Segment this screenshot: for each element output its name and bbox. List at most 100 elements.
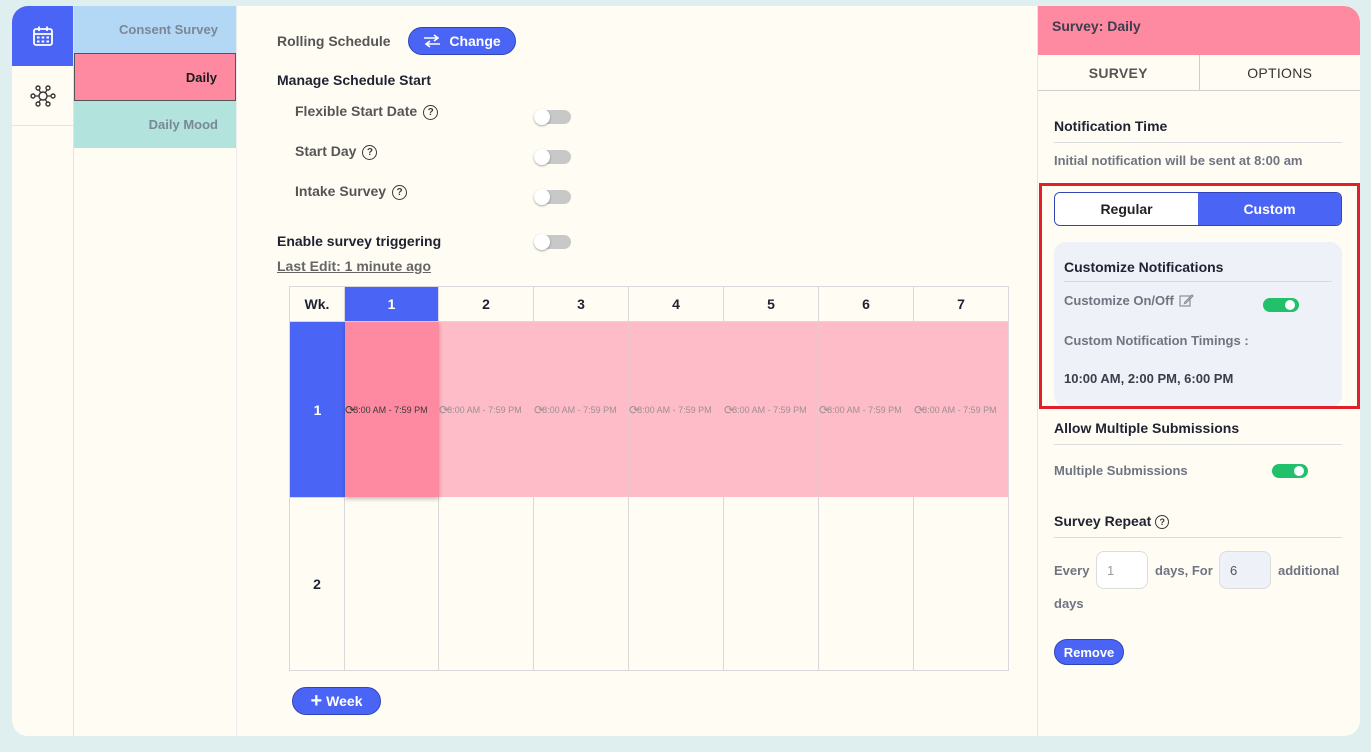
plus-icon: + <box>310 690 323 712</box>
swap-arrows-icon <box>424 34 441 48</box>
day-header[interactable]: 3 <box>534 287 629 322</box>
intake-survey-row: Intake Survey? <box>295 183 408 200</box>
notification-mode-toggle: Regular Custom <box>1054 192 1342 226</box>
panel-tabs: SURVEY OPTIONS <box>1038 55 1360 91</box>
change-schedule-button[interactable]: Change <box>408 27 516 55</box>
tab-survey[interactable]: SURVEY <box>1038 55 1200 90</box>
notification-time-title: Notification Time <box>1054 118 1342 143</box>
customize-toggle[interactable] <box>1263 298 1299 312</box>
survey-item-consent[interactable]: Consent Survey <box>74 6 236 53</box>
slot-time: 8:00 AM - 7:59 PM <box>447 404 522 415</box>
custom-timings-label: Custom Notification Timings : <box>1064 333 1249 348</box>
calendar-icon <box>32 26 53 46</box>
schedule-slot[interactable]: ⟳ 8:00 AM - 7:59 PM <box>724 322 819 497</box>
schedule-slot[interactable]: ⟳ 8:00 AM - 7:59 PM <box>439 322 534 497</box>
empty-cell[interactable] <box>439 497 534 671</box>
slot-time: 8:00 AM - 7:59 PM <box>827 404 902 415</box>
flexible-start-row: Flexible Start Date? <box>295 103 439 120</box>
week-row-label[interactable]: 1 <box>290 322 345 497</box>
survey-repeat-title: Survey Repeat? <box>1054 513 1342 539</box>
multiple-submissions-title: Allow Multiple Submissions <box>1054 420 1342 445</box>
days-label: days <box>1054 596 1084 611</box>
start-day-row: Start Day? <box>295 143 378 160</box>
schedule-slot[interactable]: ⟳ 8:00 AM - 7:59 PM <box>534 322 629 497</box>
week-row-label[interactable]: 2 <box>290 497 345 671</box>
slot-time: 8:00 AM - 7:59 PM <box>732 404 807 415</box>
add-week-label: Week <box>326 693 363 709</box>
empty-cell[interactable] <box>914 497 1008 671</box>
customize-onoff-label: Customize On/Off <box>1064 293 1174 308</box>
customize-notifications-title: Customize Notifications <box>1064 259 1332 282</box>
network-icon <box>29 84 56 107</box>
flexible-start-toggle[interactable] <box>534 109 571 125</box>
notification-time-text: Initial notification will be sent at 8:0… <box>1054 153 1303 168</box>
change-label: Change <box>449 33 501 49</box>
day-header[interactable]: 5 <box>724 287 819 322</box>
day-header[interactable]: 2 <box>439 287 534 322</box>
app-window: Consent Survey Daily Daily Mood Rolling … <box>12 6 1360 736</box>
custom-option[interactable]: Custom <box>1198 193 1341 225</box>
help-icon[interactable]: ? <box>1155 515 1170 530</box>
network-nav-button[interactable] <box>12 66 73 126</box>
slot-time: 8:00 AM - 7:59 PM <box>542 404 617 415</box>
help-icon[interactable]: ? <box>392 184 408 200</box>
survey-options-panel: Survey: Daily SURVEY OPTIONS Notificatio… <box>1037 6 1360 736</box>
multiple-submissions-label: Multiple Submissions <box>1054 463 1188 478</box>
enable-triggering-label: Enable survey triggering <box>277 233 442 249</box>
empty-cell[interactable] <box>534 497 629 671</box>
regular-option[interactable]: Regular <box>1055 193 1198 225</box>
every-label: Every <box>1054 563 1090 578</box>
survey-list: Consent Survey Daily Daily Mood <box>74 6 237 736</box>
remove-button[interactable]: Remove <box>1054 639 1124 665</box>
empty-cell[interactable] <box>724 497 819 671</box>
schedule-slot[interactable]: ⟳ 8:00 AM - 7:59 PM <box>914 322 1008 497</box>
schedule-slot[interactable]: ⟳ 8:00 AM - 7:59 PM <box>629 322 724 497</box>
add-week-button[interactable]: + Week <box>292 687 381 715</box>
calendar-nav-button[interactable] <box>12 6 73 66</box>
schedule-slot[interactable]: ⟳ 8:00 AM - 7:59 PM <box>819 322 914 497</box>
customize-onoff-row: Customize On/Off <box>1064 293 1194 308</box>
manage-schedule-start-label: Manage Schedule Start <box>277 72 432 88</box>
edit-icon[interactable] <box>1179 293 1194 308</box>
day-header[interactable]: 4 <box>629 287 724 322</box>
schedule-slot[interactable]: ⟳ 8:00 AM - 7:59 PM <box>345 322 439 497</box>
intake-survey-label: Intake Survey <box>295 183 387 199</box>
survey-item-label: Daily Mood <box>148 117 218 132</box>
schedule-editor: Rolling Schedule Change Manage Schedule … <box>237 6 1037 736</box>
week-column-header: Wk. <box>290 287 345 322</box>
day-header[interactable]: 6 <box>819 287 914 322</box>
start-day-label: Start Day <box>295 143 357 159</box>
tab-options[interactable]: OPTIONS <box>1200 55 1361 90</box>
start-day-toggle[interactable] <box>534 149 571 165</box>
slot-time: 8:00 AM - 7:59 PM <box>353 404 428 415</box>
slot-time: 8:00 AM - 7:59 PM <box>637 404 712 415</box>
repeat-every-input[interactable]: 1 <box>1096 551 1148 589</box>
last-edit-link[interactable]: Last Edit: 1 minute ago <box>277 258 431 274</box>
panel-title: Survey: Daily <box>1038 6 1360 55</box>
days-for-label: days, For <box>1155 563 1213 578</box>
help-icon[interactable]: ? <box>362 144 378 160</box>
intake-survey-toggle[interactable] <box>534 189 571 205</box>
schedule-grid: Wk. 1 2 3 4 5 6 7 1 2 ⟳ 8:00 AM - 7:59 PM… <box>289 286 1009 671</box>
help-icon[interactable]: ? <box>423 104 439 120</box>
customize-notifications-card: Customize Notifications Customize On/Off… <box>1054 242 1342 407</box>
custom-timings-value: 10:00 AM, 2:00 PM, 6:00 PM <box>1064 371 1234 386</box>
survey-repeat-label: Survey Repeat <box>1054 513 1152 529</box>
survey-item-daily-mood[interactable]: Daily Mood <box>74 101 236 148</box>
empty-cell[interactable] <box>345 497 439 671</box>
additional-label: additional <box>1278 563 1340 578</box>
survey-item-label: Consent Survey <box>119 22 218 37</box>
repeat-for-input[interactable]: 6 <box>1219 551 1271 589</box>
row-divider <box>290 497 345 498</box>
rolling-schedule-label: Rolling Schedule <box>277 33 391 49</box>
enable-triggering-toggle[interactable] <box>534 234 571 250</box>
empty-cell[interactable] <box>629 497 724 671</box>
multiple-submissions-toggle[interactable] <box>1272 464 1308 478</box>
empty-cell[interactable] <box>819 497 914 671</box>
survey-item-daily[interactable]: Daily <box>74 53 236 101</box>
day-header[interactable]: 1 <box>345 287 439 322</box>
day-header[interactable]: 7 <box>914 287 1008 322</box>
flexible-start-label: Flexible Start Date <box>295 103 418 119</box>
slot-time: 8:00 AM - 7:59 PM <box>922 404 997 415</box>
survey-item-label: Daily <box>185 69 217 85</box>
